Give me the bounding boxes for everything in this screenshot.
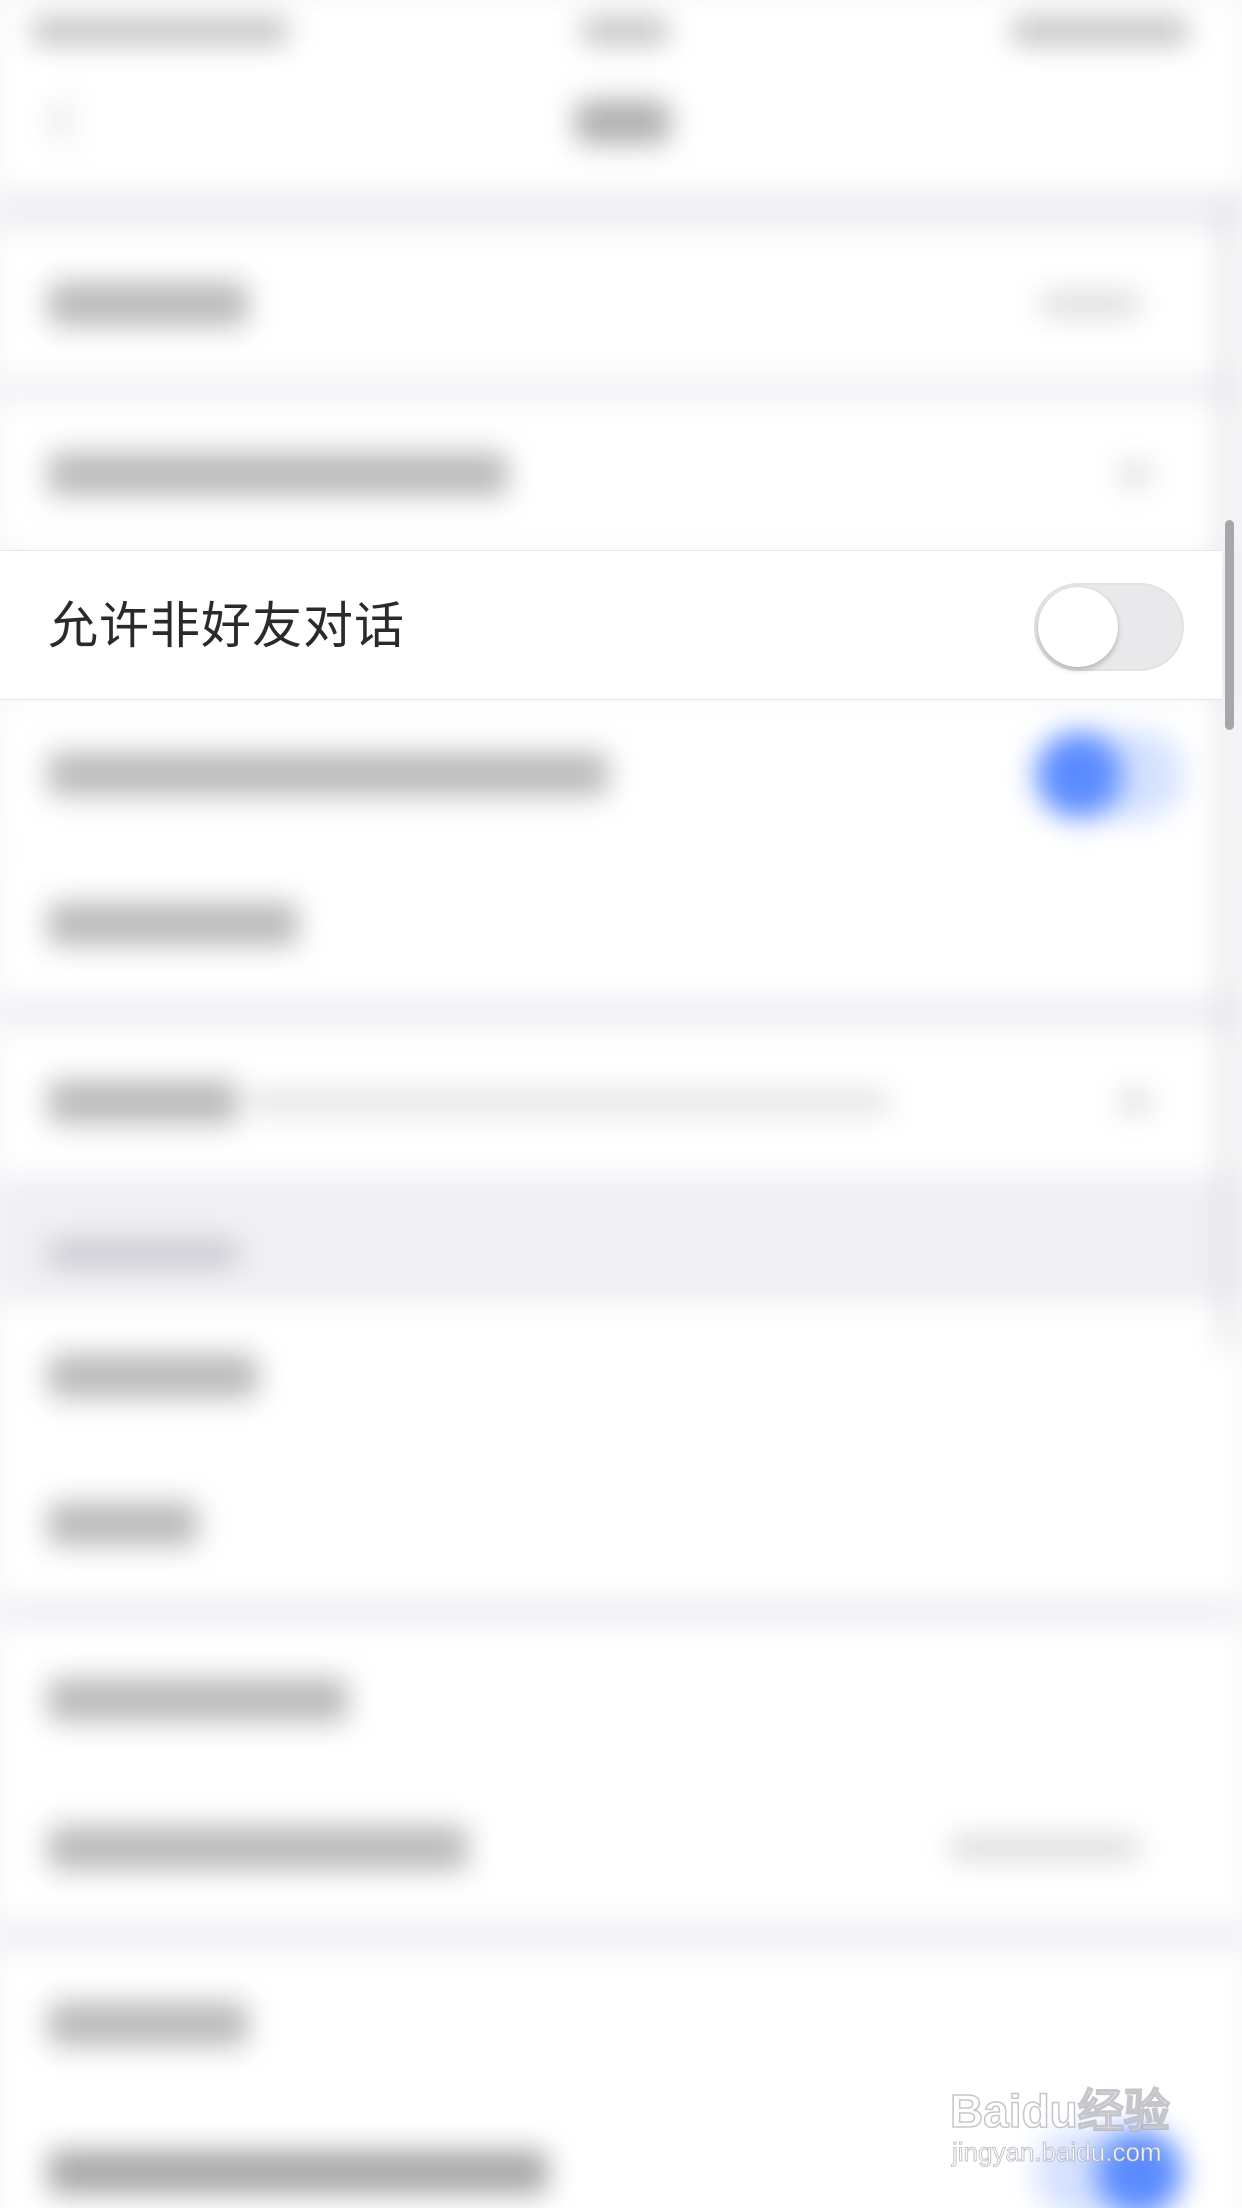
toggle-on-blur [1034, 730, 1184, 820]
row-text-blur [48, 2150, 548, 2194]
row-text-blur [48, 1678, 348, 1722]
row-text-blur [48, 1502, 198, 1546]
list-item [0, 1302, 1242, 1450]
row-text-blur [48, 1080, 238, 1124]
list-item [0, 1028, 1242, 1176]
row-chevron-blur [1120, 1090, 1150, 1114]
setting-row-allow-non-friend-chat[interactable]: 允许非好友对话 [0, 550, 1222, 700]
status-time-blur [580, 18, 670, 44]
row-chevron-blur [1120, 462, 1150, 486]
status-bar [0, 0, 1242, 60]
toggle-knob-blur [1036, 732, 1122, 818]
section-header-blur [48, 1241, 238, 1267]
section-gap [0, 378, 1242, 400]
status-battery-blur [1010, 18, 1190, 44]
list-item [0, 400, 1242, 548]
row-value-blur [950, 1836, 1140, 1860]
settings-screen: 允许非好友对话 Baidu经验 jingyan.baidu.com [0, 0, 1242, 2208]
setting-label: 允许非好友对话 [48, 597, 405, 655]
list-item [0, 850, 1242, 998]
scroll-track-blur [1222, 200, 1230, 1350]
list-item [0, 700, 1242, 848]
allow-non-friend-chat-toggle[interactable] [1034, 583, 1184, 671]
row-text-blur [48, 282, 248, 326]
list-item [0, 1626, 1242, 1774]
list-item [0, 1450, 1242, 1598]
section-gap [0, 998, 1242, 1028]
row-text-blur [48, 452, 508, 496]
watermark-logo: Baidu经验 [949, 2084, 1170, 2138]
section-header-area [0, 1176, 1242, 1302]
list-item [0, 230, 1242, 378]
toggle-knob[interactable] [1038, 587, 1118, 667]
row-text-blur [48, 2002, 248, 2046]
list-item [0, 1774, 1242, 1922]
section-gap [0, 1922, 1242, 1950]
scroll-indicator[interactable] [1225, 520, 1234, 730]
baidu-jingyan-watermark: Baidu经验 jingyan.baidu.com [949, 2075, 1190, 2185]
navigation-bar [0, 60, 1242, 190]
nav-title-blur [575, 100, 670, 144]
row-value-blur [250, 1090, 890, 1114]
row-text-blur [48, 1354, 258, 1398]
watermark-url: jingyan.baidu.com [952, 2137, 1163, 2168]
back-chevron-icon [48, 98, 93, 143]
section-gap [0, 1598, 1242, 1626]
section-gap [0, 190, 1242, 230]
row-value-blur [1040, 292, 1140, 316]
row-text-blur [48, 902, 298, 946]
status-carrier-blur [30, 18, 290, 44]
row-text-blur [48, 1826, 468, 1870]
row-text-blur [48, 752, 608, 796]
blurred-background [0, 0, 1242, 2208]
